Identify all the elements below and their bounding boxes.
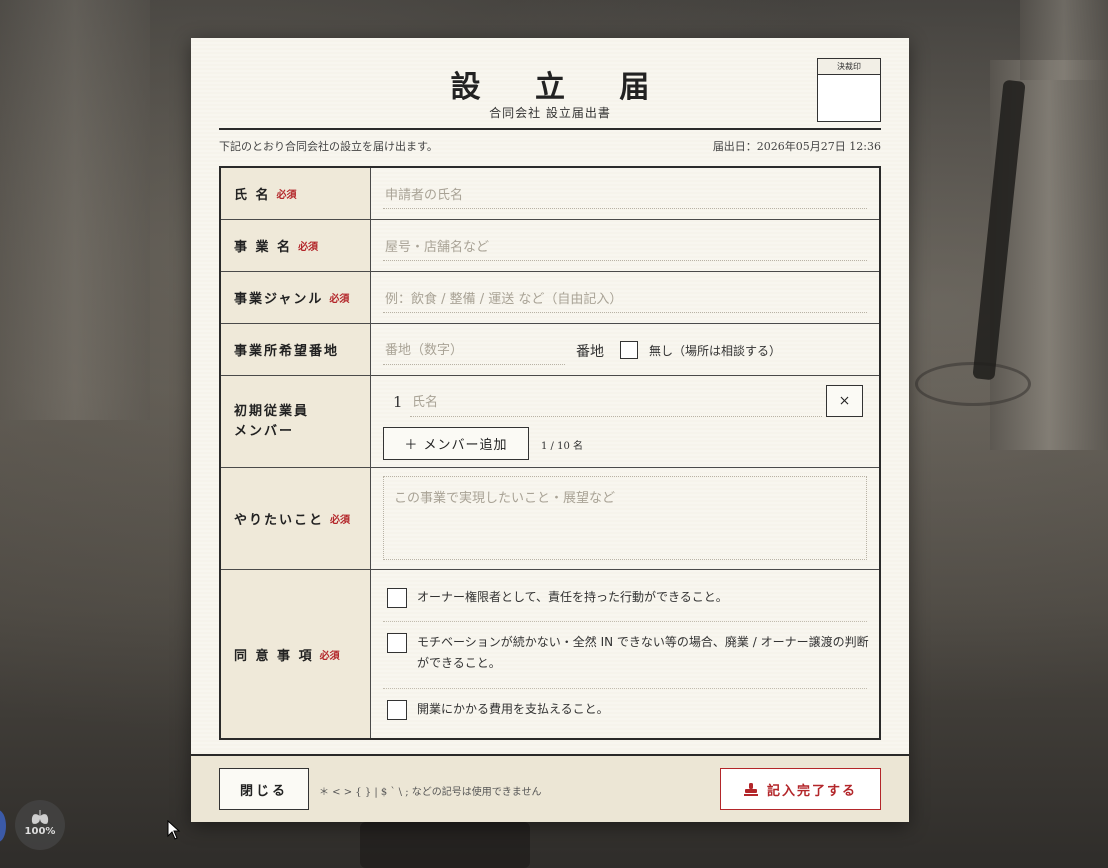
field-name	[371, 168, 879, 219]
agreement-item: モチベーションが続かない・全然 IN できない等の場合、廃業 / オーナー譲渡の…	[387, 632, 869, 676]
label-genre: 事業ジャンル 必須	[221, 272, 371, 323]
label-genre-text: 事業ジャンル	[234, 292, 324, 307]
row-goals: やりたいこと 必須	[221, 468, 879, 570]
label-name-text: 氏 名	[234, 188, 271, 203]
label-business-name: 事 業 名 必須	[221, 220, 371, 271]
label-members-line1: 初期従業員	[234, 403, 310, 419]
header-divider	[219, 128, 881, 130]
lot-suffix: 番地	[576, 344, 604, 360]
background-pillar-left	[0, 0, 150, 420]
label-name: 氏 名 必須	[221, 168, 371, 219]
lot-number-input[interactable]	[383, 336, 565, 365]
agreement-item: オーナー権限者として、責任を持った行動ができること。	[387, 587, 865, 611]
agreement-checkbox-3[interactable]	[387, 700, 407, 720]
remove-member-button[interactable]: ×	[826, 385, 863, 417]
agreement-divider	[383, 621, 867, 622]
name-input[interactable]	[383, 182, 867, 209]
goals-textarea[interactable]	[383, 476, 867, 560]
label-business-name-text: 事 業 名	[234, 240, 293, 255]
label-goals-text: やりたいこと	[234, 513, 325, 528]
field-genre	[371, 272, 879, 323]
agreement-divider	[383, 688, 867, 689]
registration-dialog: 設 立 届 合同会社 設立届出書 決裁印 下記のとおり合同会社の設立を届け出ます…	[191, 38, 909, 822]
close-button[interactable]: 閉じる	[219, 768, 309, 810]
member-index: 1	[393, 393, 403, 411]
background-figure	[360, 822, 530, 868]
agreement-item: 開業にかかる費用を支払えること。	[387, 699, 865, 723]
field-goals	[371, 468, 879, 569]
field-members: 1 × ＋ メンバー追加 1 / 10 名	[371, 376, 879, 467]
member-name-input[interactable]	[410, 388, 822, 417]
mouse-cursor-icon	[167, 820, 181, 840]
background-arch-right	[1020, 0, 1108, 80]
business-name-input[interactable]	[383, 234, 867, 261]
agreement-checkbox-2[interactable]	[387, 633, 407, 653]
submit-label: 記入完了する	[766, 783, 857, 799]
lungs-icon	[31, 810, 49, 824]
approval-seal-box: 決裁印	[817, 58, 881, 122]
add-member-button[interactable]: ＋ メンバー追加	[383, 427, 529, 460]
seal-label: 決裁印	[818, 59, 880, 75]
form-title: 設 立 届	[450, 70, 672, 105]
hud-status: 100%	[15, 800, 65, 850]
row-members: 初期従業員 メンバー 1 × ＋ メンバー追加 1 / 10 名	[221, 376, 879, 468]
genre-input[interactable]	[383, 286, 867, 313]
agreement-checkbox-1[interactable]	[387, 588, 407, 608]
agreement-text-3: 開業にかかる費用を支払えること。	[417, 702, 609, 716]
label-lot: 事業所希望番地	[221, 324, 371, 375]
label-members: 初期従業員 メンバー	[221, 376, 371, 467]
row-genre: 事業ジャンル 必須	[221, 272, 879, 324]
field-agreements: オーナー権限者として、責任を持った行動ができること。 モチベーションが続かない・…	[371, 570, 879, 738]
label-members-line2: メンバー	[234, 423, 295, 439]
required-badge: 必須	[298, 242, 319, 253]
submit-button[interactable]: 記入完了する	[720, 768, 881, 810]
form-table: 氏 名 必須 事 業 名 必須 事業ジャンル 必須	[219, 166, 881, 740]
row-agreements: 同 意 事 項 必須 オーナー権限者として、責任を持った行動ができること。 モチ…	[221, 570, 879, 738]
row-lot: 事業所希望番地 番地 無し（場所は相談する）	[221, 324, 879, 376]
required-badge: 必須	[329, 294, 350, 305]
hud-value: 100%	[24, 826, 56, 837]
required-badge: 必須	[319, 650, 340, 662]
agreement-text-2: モチベーションが続かない・全然 IN できない等の場合、廃業 / オーナー譲渡の…	[417, 635, 869, 670]
row-name: 氏 名 必須	[221, 168, 879, 220]
stamp-icon	[743, 783, 758, 796]
agreement-text-1: オーナー権限者として、責任を持った行動ができること。	[417, 590, 728, 604]
field-business-name	[371, 220, 879, 271]
no-lot-checkbox[interactable]	[620, 341, 638, 359]
field-lot: 番地 無し（場所は相談する）	[371, 324, 879, 375]
filed-date: 届出日：2026年05月27日 12:36	[712, 140, 881, 153]
row-business-name: 事 業 名 必須	[221, 220, 879, 272]
label-lot-text: 事業所希望番地	[234, 344, 340, 359]
hud-edge-indicator	[0, 810, 6, 842]
form-subtitle: 合同会社 設立届出書	[489, 106, 611, 120]
required-badge: 必須	[330, 515, 351, 526]
no-lot-label: 無し（場所は相談する）	[649, 344, 782, 358]
symbol-warning-note: ＊ < > { } | $ ` \ ; などの記号は使用できません	[319, 787, 542, 798]
member-count: 1 / 10 名	[541, 441, 583, 452]
required-badge: 必須	[276, 190, 297, 201]
label-goals: やりたいこと 必須	[221, 468, 371, 569]
dialog-footer: 閉じる ＊ < > { } | $ ` \ ; などの記号は使用できません 記入…	[191, 754, 909, 822]
label-agreements: 同 意 事 項 必須	[221, 570, 371, 738]
label-agreements-text: 同 意 事 項	[234, 648, 314, 664]
intro-text: 下記のとおり合同会社の設立を届け出ます。	[219, 140, 438, 153]
